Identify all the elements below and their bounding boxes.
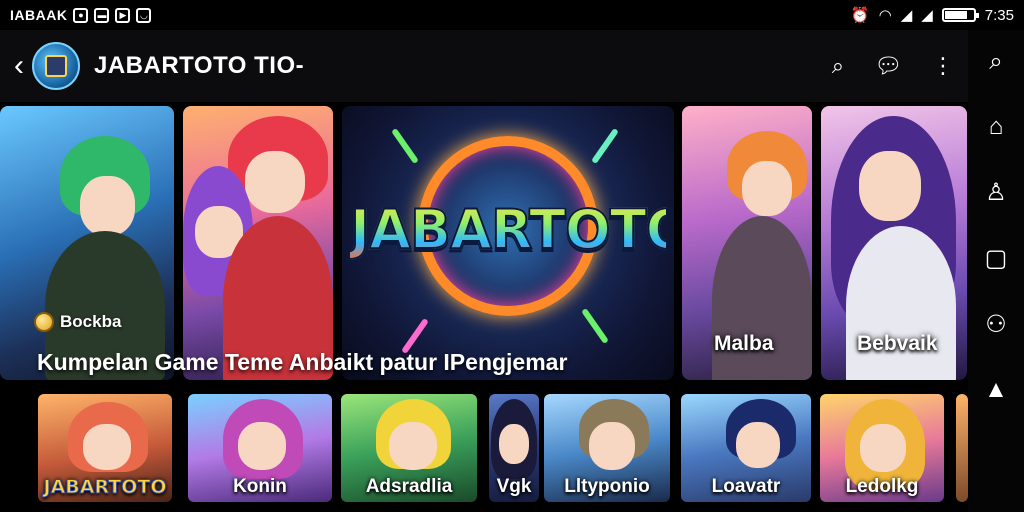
feature-card[interactable] xyxy=(183,106,333,380)
clock: 7:35 xyxy=(984,6,1014,24)
spark xyxy=(391,127,419,165)
character-body xyxy=(846,226,956,380)
app-logo-mark xyxy=(45,55,67,77)
thumbnail-label: JABARTOTO xyxy=(43,476,167,499)
brand-logo-text: JABARTOTO xyxy=(349,197,674,262)
square-icon[interactable]: ▢ xyxy=(985,244,1008,273)
character-face xyxy=(80,176,135,236)
thumbnail-label: Lltyponio xyxy=(564,476,650,497)
collection-title: Kumpelan Game Teme Anbaikt patur IPengje… xyxy=(37,349,568,375)
character-face xyxy=(499,424,529,464)
thumbnail-row: JABARTOTO Konin Adsradlia Vgk Lltyponio … xyxy=(0,394,968,502)
status-left: IABAAK ● ▬ ▶ ◡ xyxy=(10,7,152,23)
app-title: JABARTOTO TIO- xyxy=(94,52,305,79)
carrier-label: IABAAK xyxy=(10,7,68,23)
game-thumbnail[interactable]: Vgk xyxy=(489,394,539,502)
profile-icon[interactable]: ♙ xyxy=(985,178,1007,207)
search-icon[interactable]: ⌕ xyxy=(832,53,844,79)
coin-icon xyxy=(34,312,54,332)
character-face xyxy=(245,151,305,213)
account-switch-icon[interactable]: ⚇ xyxy=(985,310,1007,339)
game-thumbnail[interactable]: Adsradlia xyxy=(341,394,477,502)
character-face xyxy=(742,161,792,216)
character-face xyxy=(860,424,906,472)
feature-carousel: JABARTOTO Malba Bebvaik Bockba xyxy=(0,106,968,380)
side-rail: ⌕ ⌂ ♙ ▢ ⚇ ▲ xyxy=(968,30,1024,512)
game-thumbnail[interactable]: JABARTOTO xyxy=(38,394,172,502)
message-icon: ▬ xyxy=(94,7,110,23)
game-thumbnail[interactable] xyxy=(956,394,968,502)
feature-card-caption: Malba xyxy=(714,332,774,355)
thumbnail-label: Vgk xyxy=(496,476,532,497)
thumbnail-label: Adsradlia xyxy=(365,476,453,497)
game-thumbnail[interactable]: Konin xyxy=(188,394,332,502)
search-icon[interactable]: ⌕ xyxy=(989,48,1002,76)
thumbnail-label: Ledolkg xyxy=(845,476,919,497)
thumbnail-label: Loavatr xyxy=(711,476,781,497)
feature-card[interactable]: Malba xyxy=(682,106,812,380)
game-thumbnail[interactable]: Loavatr xyxy=(681,394,811,502)
spark xyxy=(591,127,619,165)
chevron-left-icon[interactable]: ‹ xyxy=(14,51,24,81)
feature-card[interactable] xyxy=(0,106,174,380)
feature-card[interactable]: Bebvaik xyxy=(821,106,967,380)
character-face xyxy=(859,151,921,221)
feature-card-hero[interactable]: JABARTOTO xyxy=(342,106,674,380)
notification-icon: ● xyxy=(73,7,89,23)
coin-badge[interactable]: Bockba xyxy=(34,312,121,332)
game-thumbnail[interactable]: Lltyponio xyxy=(544,394,670,502)
wifi-icon: ◠ xyxy=(878,7,892,24)
game-thumbnail[interactable]: Ledolkg xyxy=(820,394,944,502)
feature-card-caption: Bebvaik xyxy=(857,332,938,355)
app-logo[interactable] xyxy=(32,42,80,90)
more-vert-icon[interactable]: ⋮ xyxy=(932,53,954,79)
alarm-icon: ⏰ xyxy=(850,7,870,24)
character-face xyxy=(83,424,131,470)
status-right: ⏰ ◠ ◢ ◢ 7:35 xyxy=(850,6,1014,25)
battery-icon xyxy=(941,8,979,22)
status-bar: IABAAK ● ▬ ▶ ◡ ⏰ ◠ ◢ ◢ 7:35 xyxy=(0,0,1024,30)
signal-icon: ◢ xyxy=(900,7,913,24)
app-actions: ⌕ 💬︎ ⋮ xyxy=(832,53,954,79)
video-icon: ▶ xyxy=(115,7,131,23)
character-face xyxy=(389,422,437,470)
app-bar: ‹ JABARTOTO TIO- ⌕ 💬︎ ⋮ xyxy=(0,30,968,102)
character-face xyxy=(736,422,780,468)
home-icon[interactable]: ⌂ xyxy=(989,113,1004,141)
shield-icon: ◡ xyxy=(136,7,152,23)
character-face xyxy=(589,422,635,470)
chat-bubble-icon[interactable]: 💬︎ xyxy=(874,53,902,79)
character-face xyxy=(238,422,286,470)
battery-fill xyxy=(944,11,968,19)
spark xyxy=(581,307,609,345)
thumbnail-label: Konin xyxy=(233,476,287,497)
signal-icon-2: ◢ xyxy=(921,7,933,24)
coin-badge-label: Bockba xyxy=(60,312,122,331)
bell-icon[interactable]: ▲ xyxy=(984,376,1008,404)
